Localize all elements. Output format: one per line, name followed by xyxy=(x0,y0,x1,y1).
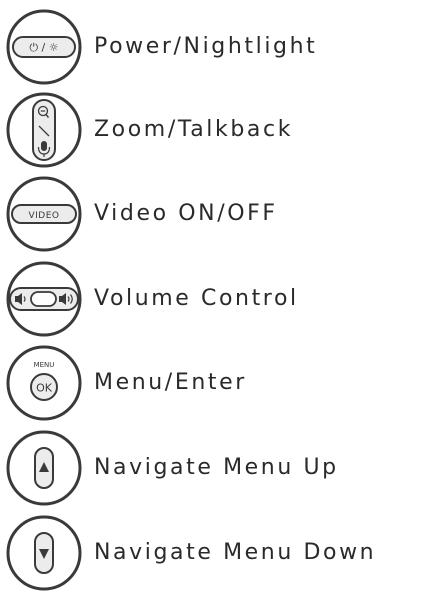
svg-text:⏻ / ☼: ⏻ / ☼ xyxy=(29,41,58,54)
legend-label-menu: Menu/Enter xyxy=(94,370,247,395)
legend-label-power: Power/Nightlight xyxy=(94,34,318,59)
svg-text:VIDEO: VIDEO xyxy=(28,211,59,221)
navigate-up-button-icon xyxy=(4,428,84,508)
legend-label-video: Video ON/OFF xyxy=(94,201,278,226)
menu-ok-button-icon: MENU OK xyxy=(4,343,84,423)
legend-row-volume: Volume Control xyxy=(4,259,425,339)
legend-label-volume: Volume Control xyxy=(94,286,299,311)
power-nightlight-button-icon: ⏻ / ☼ xyxy=(4,7,84,87)
volume-control-button-icon xyxy=(4,259,84,339)
legend-label-zoom: Zoom/Talkback xyxy=(94,117,294,142)
legend-row-video: VIDEO Video ON/OFF xyxy=(4,174,425,254)
legend-row-nav-down: Navigate Menu Down xyxy=(4,513,425,593)
video-button-icon: VIDEO xyxy=(4,174,84,254)
legend-label-nav-up: Navigate Menu Up xyxy=(94,455,339,480)
navigate-down-button-icon xyxy=(4,513,84,593)
legend-row-menu: MENU OK Menu/Enter xyxy=(4,343,425,423)
zoom-talkback-button-icon xyxy=(4,90,84,170)
legend-row-zoom: Zoom/Talkback xyxy=(4,90,425,170)
legend-row-nav-up: Navigate Menu Up xyxy=(4,428,425,508)
svg-text:MENU: MENU xyxy=(34,361,55,369)
svg-text:OK: OK xyxy=(36,382,53,395)
button-legend: ⏻ / ☼ Power/Nightlight Zoom/Talkback VID… xyxy=(0,0,425,591)
legend-label-nav-down: Navigate Menu Down xyxy=(94,540,377,565)
legend-row-power: ⏻ / ☼ Power/Nightlight xyxy=(4,7,425,87)
